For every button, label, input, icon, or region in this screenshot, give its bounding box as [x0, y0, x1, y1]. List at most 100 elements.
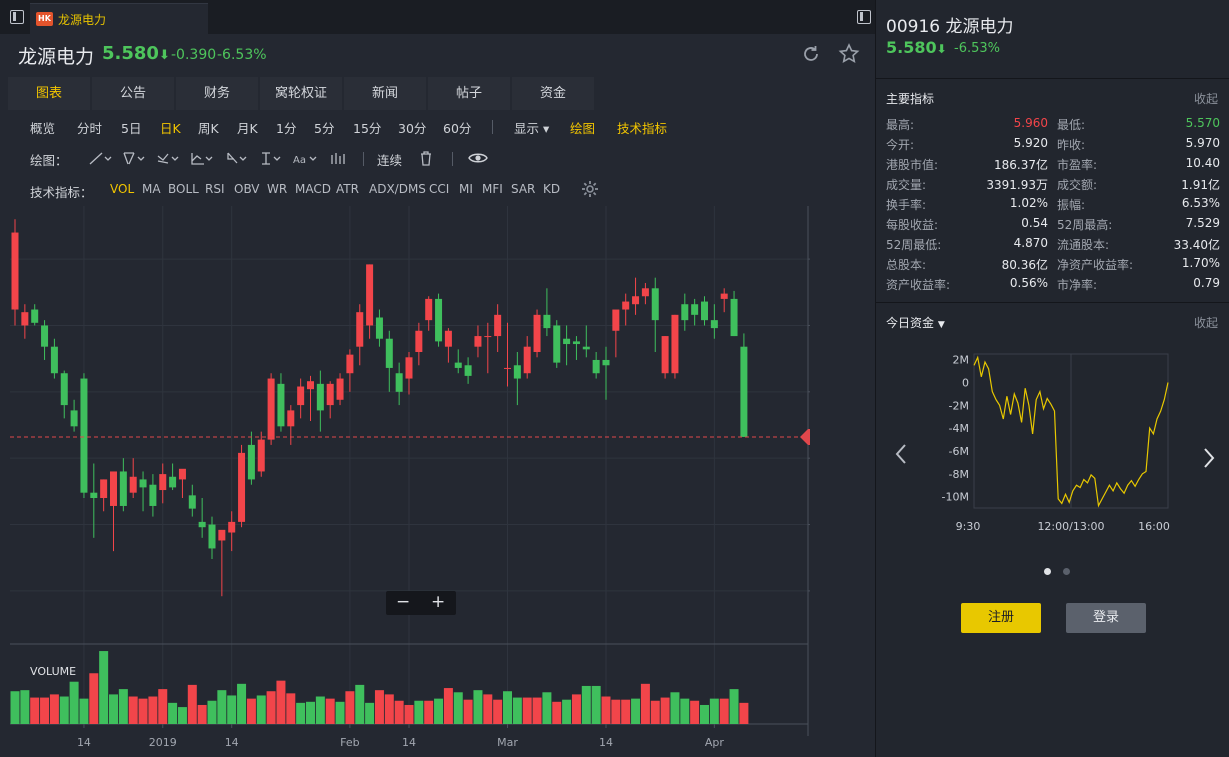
period-0[interactable]: 概览 [30, 118, 55, 137]
volume-bar [384, 694, 394, 724]
indicators-menu[interactable]: 技术指标 [617, 118, 667, 137]
fund-flow-collapse-button[interactable]: 收起 [1194, 314, 1218, 331]
settings-gear-icon[interactable] [581, 180, 599, 198]
volume-bar [483, 694, 493, 724]
indicator-boll[interactable]: BOLL [168, 182, 199, 196]
volume-bar [99, 651, 109, 724]
display-menu[interactable]: 显示 ▾ [514, 118, 549, 137]
indicator-macd[interactable]: MACD [295, 182, 331, 196]
volume-bar [434, 698, 444, 724]
indicator-mi[interactable]: MI [459, 182, 473, 196]
candle-body [464, 365, 472, 376]
metric-row: 今开: 5.920 昨收: 5.970 [886, 136, 1220, 156]
right-panel-toggle-icon[interactable] [857, 10, 871, 24]
fund-x-tick-label: 12:00/13:00 [1037, 520, 1104, 533]
bar-tool-icon [331, 153, 345, 164]
tab-5[interactable]: 帖子 [428, 77, 510, 110]
price-change: -0.390 [171, 47, 217, 63]
volume-bar [89, 673, 99, 724]
candle-body [267, 378, 275, 440]
chevron-left-icon[interactable] [894, 442, 908, 466]
volume-bar [453, 692, 463, 724]
volume-bar [40, 697, 50, 724]
indicator-atr[interactable]: ATR [336, 182, 359, 196]
tab-3[interactable]: 窝轮权证 [260, 77, 342, 110]
metric-value: 5.960 [1013, 116, 1048, 130]
star-favorite-icon[interactable] [838, 43, 860, 65]
zoom-out-button[interactable]: − [396, 592, 410, 612]
period-1[interactable]: 分时 [77, 118, 102, 137]
metric-label: 最低: [1057, 118, 1086, 132]
volume-bar [394, 700, 404, 724]
metric-label: 每股收益: [886, 218, 939, 232]
indicator-rsi[interactable]: RSI [205, 182, 225, 196]
candle-body [159, 474, 167, 491]
metrics-collapse-button[interactable]: 收起 [1194, 90, 1218, 107]
indicator-adx-dms[interactable]: ADX/DMS [369, 182, 426, 196]
volume-bar [266, 691, 276, 724]
stock-tab[interactable]: HK 龙源电力 [30, 3, 208, 34]
sidebar-toggle-icon[interactable] [10, 10, 24, 24]
carousel-dot-active[interactable] [1044, 568, 1051, 575]
candle-body [395, 373, 403, 392]
tab-2[interactable]: 财务 [176, 77, 258, 110]
period-9[interactable]: 30分 [398, 118, 426, 137]
period-7[interactable]: 5分 [314, 118, 334, 137]
candle-body [277, 383, 285, 427]
metric-label: 今开: [886, 138, 915, 152]
indicator-wr[interactable]: WR [267, 182, 287, 196]
chevron-right-icon[interactable] [1202, 446, 1216, 470]
candle-body [572, 341, 580, 345]
indicator-sar[interactable]: SAR [511, 182, 535, 196]
volume-label: VOLUME [30, 665, 76, 678]
indicator-mfi[interactable]: MFI [482, 182, 503, 196]
indicator-vol[interactable]: VOL [110, 182, 134, 196]
tab-4[interactable]: 新闻 [344, 77, 426, 110]
candle-body [90, 492, 98, 498]
trash-icon[interactable] [418, 150, 434, 166]
volume-bar [365, 702, 375, 724]
candle-body [710, 320, 718, 329]
candle-body [474, 336, 482, 347]
drawing-tools[interactable]: Aa [88, 151, 378, 167]
indicator-ma[interactable]: MA [142, 182, 161, 196]
metric-label: 最高: [886, 118, 915, 132]
period-2[interactable]: 5日 [121, 118, 141, 137]
register-button[interactable]: 注册 [961, 603, 1041, 633]
zoom-in-button[interactable]: + [431, 592, 445, 612]
chart-pane: HK 龙源电力 龙源电力 5.580⬇ -0.390 -6.53% 图表 公告 财务… [0, 0, 875, 757]
candle-body [681, 304, 689, 321]
tab-0[interactable]: 图表 [8, 77, 90, 110]
login-button[interactable]: 登录 [1066, 603, 1146, 633]
metric-value: 0.54 [1021, 216, 1048, 230]
period-10[interactable]: 60分 [443, 118, 471, 137]
candle-body [444, 330, 452, 347]
continuous-toggle[interactable]: 连续 [377, 150, 402, 169]
period-8[interactable]: 15分 [353, 118, 381, 137]
fund-flow-dropdown[interactable]: 今日资金 ▼ [886, 314, 945, 331]
tab-1[interactable]: 公告 [92, 77, 174, 110]
period-5[interactable]: 月K [237, 118, 258, 137]
candle-body [651, 288, 659, 321]
eye-icon[interactable] [468, 151, 488, 165]
refresh-icon[interactable] [800, 43, 822, 65]
period-4[interactable]: 周K [198, 118, 219, 137]
volume-bar [207, 700, 217, 724]
period-3[interactable]: 日K [160, 118, 181, 137]
period-6[interactable]: 1分 [276, 118, 296, 137]
draw-menu[interactable]: 绘图 [570, 118, 595, 137]
indicator-kd[interactable]: KD [543, 182, 560, 196]
candle-body [100, 479, 108, 498]
wave-tool-icon [157, 153, 169, 164]
candle-body [405, 357, 413, 379]
volume-bar [217, 690, 227, 724]
metric-row: 港股市值: 186.37亿 市盈率: 10.40 [886, 156, 1220, 176]
volume-bar [49, 694, 59, 724]
tab-strip: HK 龙源电力 [0, 0, 875, 34]
tab-6[interactable]: 资金 [512, 77, 594, 110]
indicator-obv[interactable]: OBV [234, 182, 260, 196]
indicator-cci[interactable]: CCI [429, 182, 449, 196]
volume-bar [562, 699, 572, 724]
candlestick-chart[interactable]: 6.256.005.755.505.255.005.58VOLUME30.0m2… [10, 206, 810, 757]
carousel-dot[interactable] [1063, 568, 1070, 575]
